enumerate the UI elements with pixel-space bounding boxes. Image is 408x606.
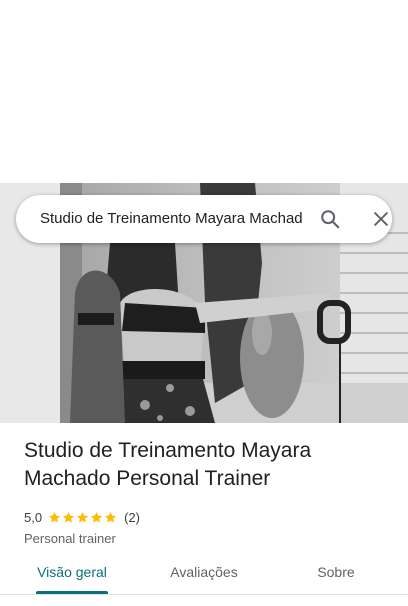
search-button[interactable]: [318, 207, 342, 231]
rating-row[interactable]: 5,0 (2): [24, 508, 394, 526]
star-icon: [48, 511, 61, 523]
place-category: Personal trainer: [24, 531, 116, 546]
review-count[interactable]: (2): [124, 510, 140, 525]
search-icon: [321, 210, 340, 229]
place-title: Studio de Treinamento Mayara Machado Per…: [24, 439, 312, 490]
search-input[interactable]: Studio de Treinamento Mayara Machado Per…: [40, 195, 302, 243]
star-icon: [90, 511, 103, 523]
close-icon: [374, 212, 388, 226]
tab-about[interactable]: Sobre: [290, 552, 382, 594]
star-icon: [76, 511, 89, 523]
rating-value: 5,0: [24, 509, 43, 525]
close-button[interactable]: [369, 207, 393, 231]
star-icon: [62, 511, 75, 523]
rating-stars: [48, 511, 118, 524]
search-bar[interactable]: Studio de Treinamento Mayara Machado Per…: [16, 195, 392, 243]
place-info: Studio de Treinamento Mayara Machado Per…: [24, 437, 394, 546]
tabs-divider: [0, 594, 408, 595]
tab-reviews[interactable]: Avaliações: [156, 552, 252, 594]
top-blank-area: [0, 0, 408, 183]
tab-bar: Visão geral Avaliações Sobre: [0, 552, 408, 594]
tab-overview[interactable]: Visão geral: [24, 552, 120, 594]
star-icon: [104, 511, 117, 523]
